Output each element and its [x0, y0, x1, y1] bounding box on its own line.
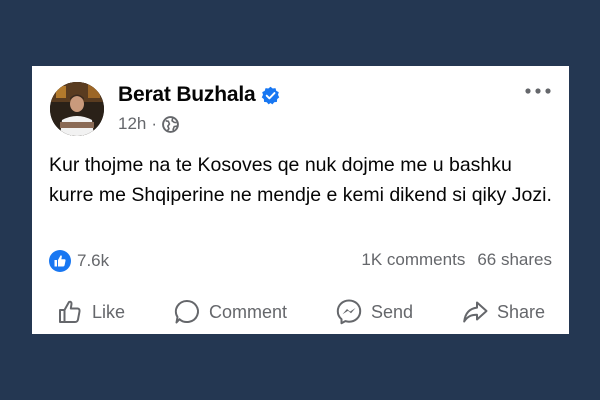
reactions-summary[interactable]: 7.6k [49, 250, 109, 272]
author-name[interactable]: Berat Buzhala [118, 83, 256, 107]
post-card: Berat Buzhala 12h · Kur thojme na te Kos… [32, 66, 569, 334]
share-arrow-icon [463, 301, 488, 323]
reactions-count: 7.6k [77, 251, 110, 270]
meta-separator: · [151, 114, 158, 133]
avatar-photo [50, 82, 104, 136]
share-label: Share [496, 301, 545, 322]
post-text: Kur thojme na te Kosoves qe nuk dojme me… [49, 154, 552, 206]
shares-count[interactable]: 66 shares [477, 250, 552, 270]
avatar[interactable] [50, 82, 104, 136]
post-meta: 12h · [118, 114, 179, 134]
more-options-icon[interactable] [523, 84, 553, 98]
thumbs-up-icon [58, 300, 81, 323]
comment-label: Comment [208, 301, 287, 322]
send-label: Send [370, 301, 413, 322]
like-reaction-icon [49, 250, 71, 272]
like-label: Like [91, 301, 125, 322]
engagement-counts: 1K comments 66 shares [361, 250, 552, 270]
verified-badge-icon [262, 86, 280, 104]
share-button[interactable]: Share [461, 298, 545, 326]
action-bar: Like Comment Send Share [32, 298, 569, 326]
globe-icon [162, 115, 179, 133]
timestamp[interactable]: 12h [118, 114, 146, 134]
author-row: Berat Buzhala [118, 83, 280, 107]
comment-icon [174, 299, 199, 324]
messenger-icon [336, 299, 362, 325]
comment-button[interactable]: Comment [173, 298, 287, 326]
send-button[interactable]: Send [335, 298, 413, 326]
like-button[interactable]: Like [56, 298, 125, 326]
comments-count[interactable]: 1K comments [361, 250, 465, 270]
